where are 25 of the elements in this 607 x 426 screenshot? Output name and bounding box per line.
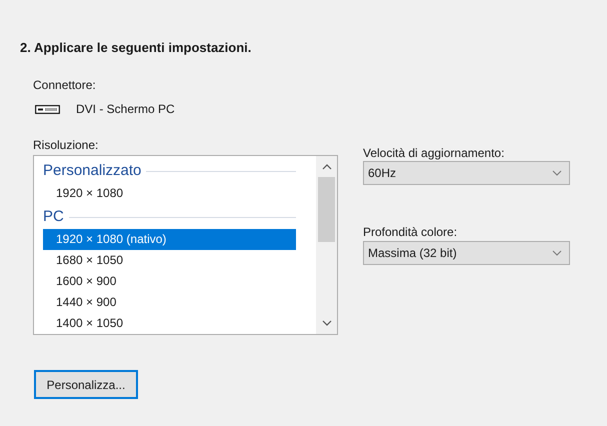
color-depth-label: Profondità colore: — [363, 224, 458, 239]
resolution-option[interactable]: 1400 × 1050 — [43, 313, 296, 334]
resolution-option[interactable]: 1920 × 1080 (nativo) — [43, 229, 296, 250]
chevron-down-icon — [552, 250, 562, 256]
connector-icon — [35, 104, 60, 114]
scroll-up-icon[interactable] — [322, 164, 332, 170]
chevron-down-icon — [552, 170, 562, 176]
refresh-rate-dropdown[interactable]: 60Hz — [363, 161, 570, 185]
customize-button[interactable]: Personalizza... — [34, 370, 138, 399]
resolution-option[interactable]: 1680 × 1050 — [43, 250, 296, 271]
group-header: Personalizzato — [43, 161, 142, 182]
resolution-option[interactable]: 1600 × 900 — [43, 271, 296, 292]
color-depth-dropdown[interactable]: Massima (32 bit) — [363, 241, 570, 265]
resolution-label: Risoluzione: — [33, 137, 100, 152]
connector-name: DVI - Schermo PC — [76, 101, 175, 118]
resolution-listbox[interactable]: Personalizzato 1920 × 1080 PC 1920 × 1080 (nativo) 1680 × 1050 1600 × 900 1440 × 900 1400 × 1050 — [33, 155, 338, 335]
scroll-down-icon[interactable] — [322, 320, 332, 326]
scrollbar[interactable] — [316, 156, 337, 334]
connector-label: Connettore: — [33, 77, 97, 92]
resolution-option[interactable]: 1440 × 900 — [43, 292, 296, 313]
scroll-thumb[interactable] — [318, 177, 335, 242]
resolution-option[interactable]: 1920 × 1080 — [43, 183, 296, 204]
section-heading: 2. Applicare le seguenti impostazioni. — [20, 39, 252, 56]
refresh-rate-label: Velocità di aggiornamento: — [363, 145, 506, 160]
group-header: PC — [43, 207, 64, 228]
